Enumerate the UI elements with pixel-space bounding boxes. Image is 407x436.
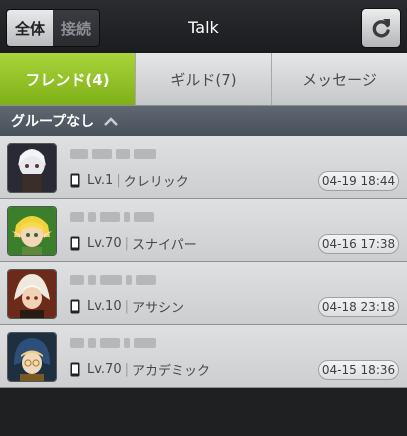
- friend-row[interactable]: Lv.70 | スナイパー 04-16 17:38: [0, 199, 407, 262]
- avatar: [7, 269, 57, 319]
- separator: |: [124, 298, 129, 314]
- name-blurred: [70, 211, 170, 223]
- friend-row[interactable]: Lv.1 | クレリック 04-19 18:44: [0, 136, 407, 199]
- tab-messages[interactable]: メッセージ: [271, 53, 407, 105]
- avatar: [7, 332, 57, 382]
- class-text: アカデミック: [132, 363, 211, 379]
- separator: |: [124, 361, 129, 377]
- name-blurred: [70, 274, 170, 286]
- tab-bar: フレンド(4) ギルド(7) メッセージ: [0, 53, 407, 106]
- phone-icon: [70, 173, 80, 187]
- avatar: [7, 143, 57, 193]
- talk-screen: 全体 接続 Talk フレンド(4) ギルド(7) メッセージ グループなし L…: [0, 0, 407, 436]
- name-blurred: [70, 148, 170, 160]
- refresh-button[interactable]: [361, 8, 401, 48]
- friend-meta: Lv.10 | アサシン: [70, 297, 185, 316]
- refresh-icon: [372, 19, 390, 38]
- phone-icon: [70, 299, 80, 313]
- name-blurred: [70, 337, 170, 349]
- level-text: Lv.70: [87, 235, 122, 251]
- last-login-badge: 04-18 23:18: [318, 297, 399, 317]
- class-text: クレリック: [123, 174, 189, 190]
- last-login-badge: 04-19 18:44: [318, 171, 399, 191]
- tab-friends[interactable]: フレンド(4): [0, 53, 135, 105]
- chevron-up-icon: [104, 116, 119, 126]
- level-text: Lv.1: [87, 172, 114, 188]
- class-text: アサシン: [132, 300, 185, 316]
- separator: |: [124, 235, 129, 251]
- empty-area: [0, 389, 407, 436]
- top-bar: 全体 接続 Talk: [0, 0, 407, 53]
- tab-guild[interactable]: ギルド(7): [135, 53, 271, 105]
- separator: |: [116, 172, 121, 188]
- friend-row[interactable]: Lv.70 | アカデミック 04-15 18:36: [0, 325, 407, 388]
- group-label: グループなし: [11, 114, 95, 130]
- friend-row[interactable]: Lv.10 | アサシン 04-18 23:18: [0, 262, 407, 325]
- level-text: Lv.10: [87, 298, 122, 314]
- last-login-badge: 04-16 17:38: [318, 234, 399, 254]
- phone-icon: [70, 236, 80, 250]
- avatar: [7, 206, 57, 256]
- level-text: Lv.70: [87, 361, 122, 377]
- phone-icon: [70, 362, 80, 376]
- friend-meta: Lv.1 | クレリック: [70, 171, 189, 190]
- page-title: Talk: [188, 18, 219, 37]
- friend-meta: Lv.70 | スナイパー: [70, 234, 197, 253]
- last-login-badge: 04-15 18:36: [318, 360, 399, 380]
- group-header[interactable]: グループなし: [0, 106, 407, 136]
- class-text: スナイパー: [132, 237, 197, 253]
- friend-list: Lv.1 | クレリック 04-19 18:44 Lv.70 | スナイパー 0…: [0, 136, 407, 388]
- friend-meta: Lv.70 | アカデミック: [70, 360, 211, 379]
